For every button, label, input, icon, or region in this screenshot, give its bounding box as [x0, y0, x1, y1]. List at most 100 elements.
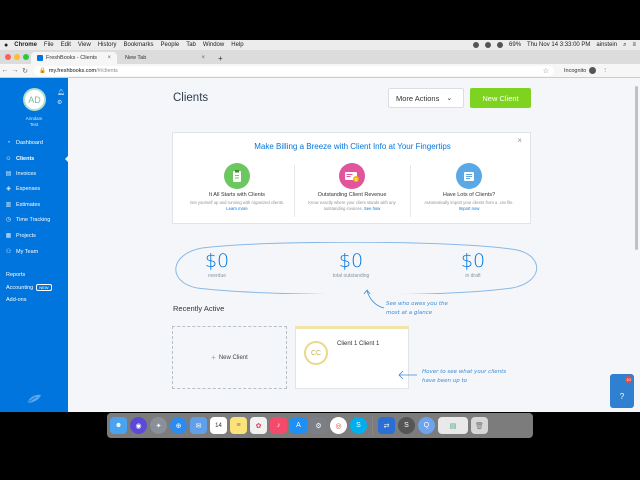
launchpad-icon[interactable]: ✦ — [150, 417, 167, 434]
volume-icon[interactable] — [497, 42, 504, 48]
stat-label: overdue — [207, 273, 227, 279]
help-widget-button[interactable]: 10 ? — [610, 374, 634, 408]
page-scrollbar[interactable] — [635, 86, 638, 250]
feature-desc: Get yourself up and running with organiz… — [178, 200, 296, 211]
new-client-card[interactable]: + New Client — [172, 326, 287, 389]
feature-desc: Know exactly where your client stands wi… — [293, 200, 411, 211]
recently-active-title: Recently Active — [173, 304, 225, 313]
music-icon[interactable]: ♪ — [270, 417, 287, 434]
quicktime-icon[interactable]: Q — [418, 417, 435, 434]
menu-list-icon[interactable]: ≡ — [632, 42, 636, 48]
close-icon[interactable]: × — [517, 136, 522, 145]
search-icon[interactable]: ⌕ — [623, 42, 626, 49]
menu-history[interactable]: History — [98, 42, 117, 48]
sidebar-item-reports[interactable]: Reports — [6, 272, 25, 278]
settings-gear-icon[interactable]: ⚙ — [57, 99, 62, 106]
annotation-line: Hover to see what your clients — [422, 369, 507, 375]
menu-edit[interactable]: Edit — [61, 42, 71, 48]
finder-icon[interactable]: ☻ — [110, 417, 127, 434]
clock[interactable]: Thu Nov 14 3:33:00 PM — [527, 42, 590, 48]
stat-in-draft[interactable]: $0 in draft — [428, 250, 518, 279]
battery-percent[interactable]: 69% — [509, 42, 521, 48]
close-window-button[interactable] — [5, 54, 11, 60]
menu-bookmarks[interactable]: Bookmarks — [124, 42, 154, 48]
avatar[interactable]: AD — [23, 88, 46, 111]
menu-people[interactable]: People — [161, 42, 180, 48]
menu-help[interactable]: Help — [231, 42, 243, 48]
notification-badge: 10 — [625, 376, 632, 383]
forward-icon[interactable]: → — [10, 67, 20, 74]
mail-icon[interactable]: ✉ — [190, 417, 207, 434]
trash-icon[interactable]: 🗑︎ — [471, 417, 488, 434]
sidebar-item-projects[interactable]: ▦ Projects — [5, 232, 36, 240]
new-client-button[interactable]: New Client — [470, 88, 531, 108]
chrome-icon[interactable]: ◎ — [330, 417, 347, 434]
calendar-icon[interactable]: 14 — [210, 417, 227, 434]
tab-close-icon[interactable]: × — [201, 55, 205, 61]
teamviewer-icon[interactable]: ⇄ — [378, 417, 395, 434]
url-bar[interactable]: 🔒 my.freshbooks.com /#/clients ☆ — [34, 65, 554, 76]
back-icon[interactable]: ← — [0, 67, 10, 74]
tab-freshbooks-clients[interactable]: FreshBooks - Clients × — [31, 52, 117, 64]
estimates-icon: ▥ — [5, 202, 12, 208]
screen-recorder-icon[interactable]: S — [398, 417, 415, 434]
see-how-link[interactable]: See how — [364, 206, 380, 211]
notes-icon[interactable]: ≡ — [230, 417, 247, 434]
outstanding-summary: $0 overdue $0 total outstanding $0 in dr… — [172, 242, 539, 294]
apple-menu-icon[interactable]: ● — [4, 42, 8, 49]
tab-title: New Tab — [125, 55, 147, 61]
user-name-block[interactable]: Arindam Test — [0, 116, 68, 128]
client-card[interactable]: CC Client 1 Client 1 — [295, 326, 409, 389]
sidebar-item-label: Clients — [16, 155, 35, 162]
promo-banner: Make Billing a Breeze with Client Info a… — [172, 132, 531, 224]
clients-icon: ☺ — [5, 155, 12, 162]
import-now-link[interactable]: Import now — [459, 206, 480, 211]
wifi-icon[interactable] — [485, 42, 492, 48]
menu-view[interactable]: View — [78, 42, 91, 48]
chevron-down-icon: ⌄ — [446, 95, 453, 102]
zoom-window-button[interactable] — [23, 54, 29, 60]
system-preferences-icon[interactable]: ⚙ — [310, 417, 327, 434]
preview-icon[interactable]: ▤ — [438, 417, 468, 434]
minimize-window-button[interactable] — [14, 54, 20, 60]
browser-menu-icon[interactable]: ⋮ — [602, 68, 608, 74]
projects-icon: ▦ — [5, 233, 12, 239]
sidebar-item-estimates[interactable]: ▥ Estimates — [5, 201, 41, 209]
sidebar-item-accounting[interactable]: Accounting NEW — [6, 284, 52, 291]
tab-new-tab[interactable]: New Tab × — [119, 52, 211, 64]
sidebar-item-clients[interactable]: ☺ Clients — [5, 155, 34, 162]
stat-overdue[interactable]: $0 overdue — [172, 250, 262, 279]
tab-close-icon[interactable]: × — [107, 55, 111, 61]
menu-app-name[interactable]: Chrome — [14, 42, 37, 48]
new-tab-button[interactable]: + — [212, 52, 229, 64]
stat-label: total outstanding — [332, 273, 370, 279]
menu-file[interactable]: File — [44, 42, 54, 48]
incognito-indicator[interactable]: Incognito ⋮ — [564, 67, 608, 74]
photos-icon[interactable]: ✿ — [250, 417, 267, 434]
sidebar-item-time-tracking[interactable]: ◷ Time Tracking — [5, 216, 50, 224]
bookmark-star-icon[interactable]: ☆ — [543, 67, 549, 75]
more-actions-label: More Actions — [396, 93, 440, 103]
more-actions-dropdown[interactable]: More Actions ⌄ — [388, 88, 464, 108]
menu-window[interactable]: Window — [203, 42, 224, 48]
user-menu[interactable]: ainstein — [596, 42, 617, 48]
learn-more-link[interactable]: Learn more — [226, 206, 247, 211]
reload-icon[interactable]: ↻ — [20, 67, 30, 75]
app-store-icon[interactable]: A — [290, 417, 307, 434]
status-icon[interactable] — [473, 42, 480, 48]
sidebar-item-add-ons[interactable]: Add-ons — [6, 297, 27, 303]
safari-icon[interactable]: ⊕ — [170, 417, 187, 434]
stat-total-outstanding[interactable]: $0 total outstanding — [306, 250, 396, 279]
siri-icon[interactable]: ◉ — [130, 417, 147, 434]
active-nav-caret — [65, 155, 69, 163]
sidebar-item-invoices[interactable]: ▤ Invoices — [5, 170, 37, 178]
feature-desc: Automatically import your clients from a… — [410, 200, 528, 211]
sidebar-item-expenses[interactable]: ◈ Expenses — [5, 185, 40, 193]
incognito-icon — [589, 67, 597, 74]
sidebar-item-my-team[interactable]: ⚇ My Team — [5, 248, 38, 256]
notifications-bell-icon[interactable]: 🔔︎ — [57, 89, 65, 96]
lock-icon: 🔒 — [39, 67, 46, 74]
sidebar-item-dashboard[interactable]: ◔ Dashboard — [5, 139, 43, 146]
skype-icon[interactable]: S — [350, 417, 367, 434]
menu-tab[interactable]: Tab — [186, 42, 196, 48]
